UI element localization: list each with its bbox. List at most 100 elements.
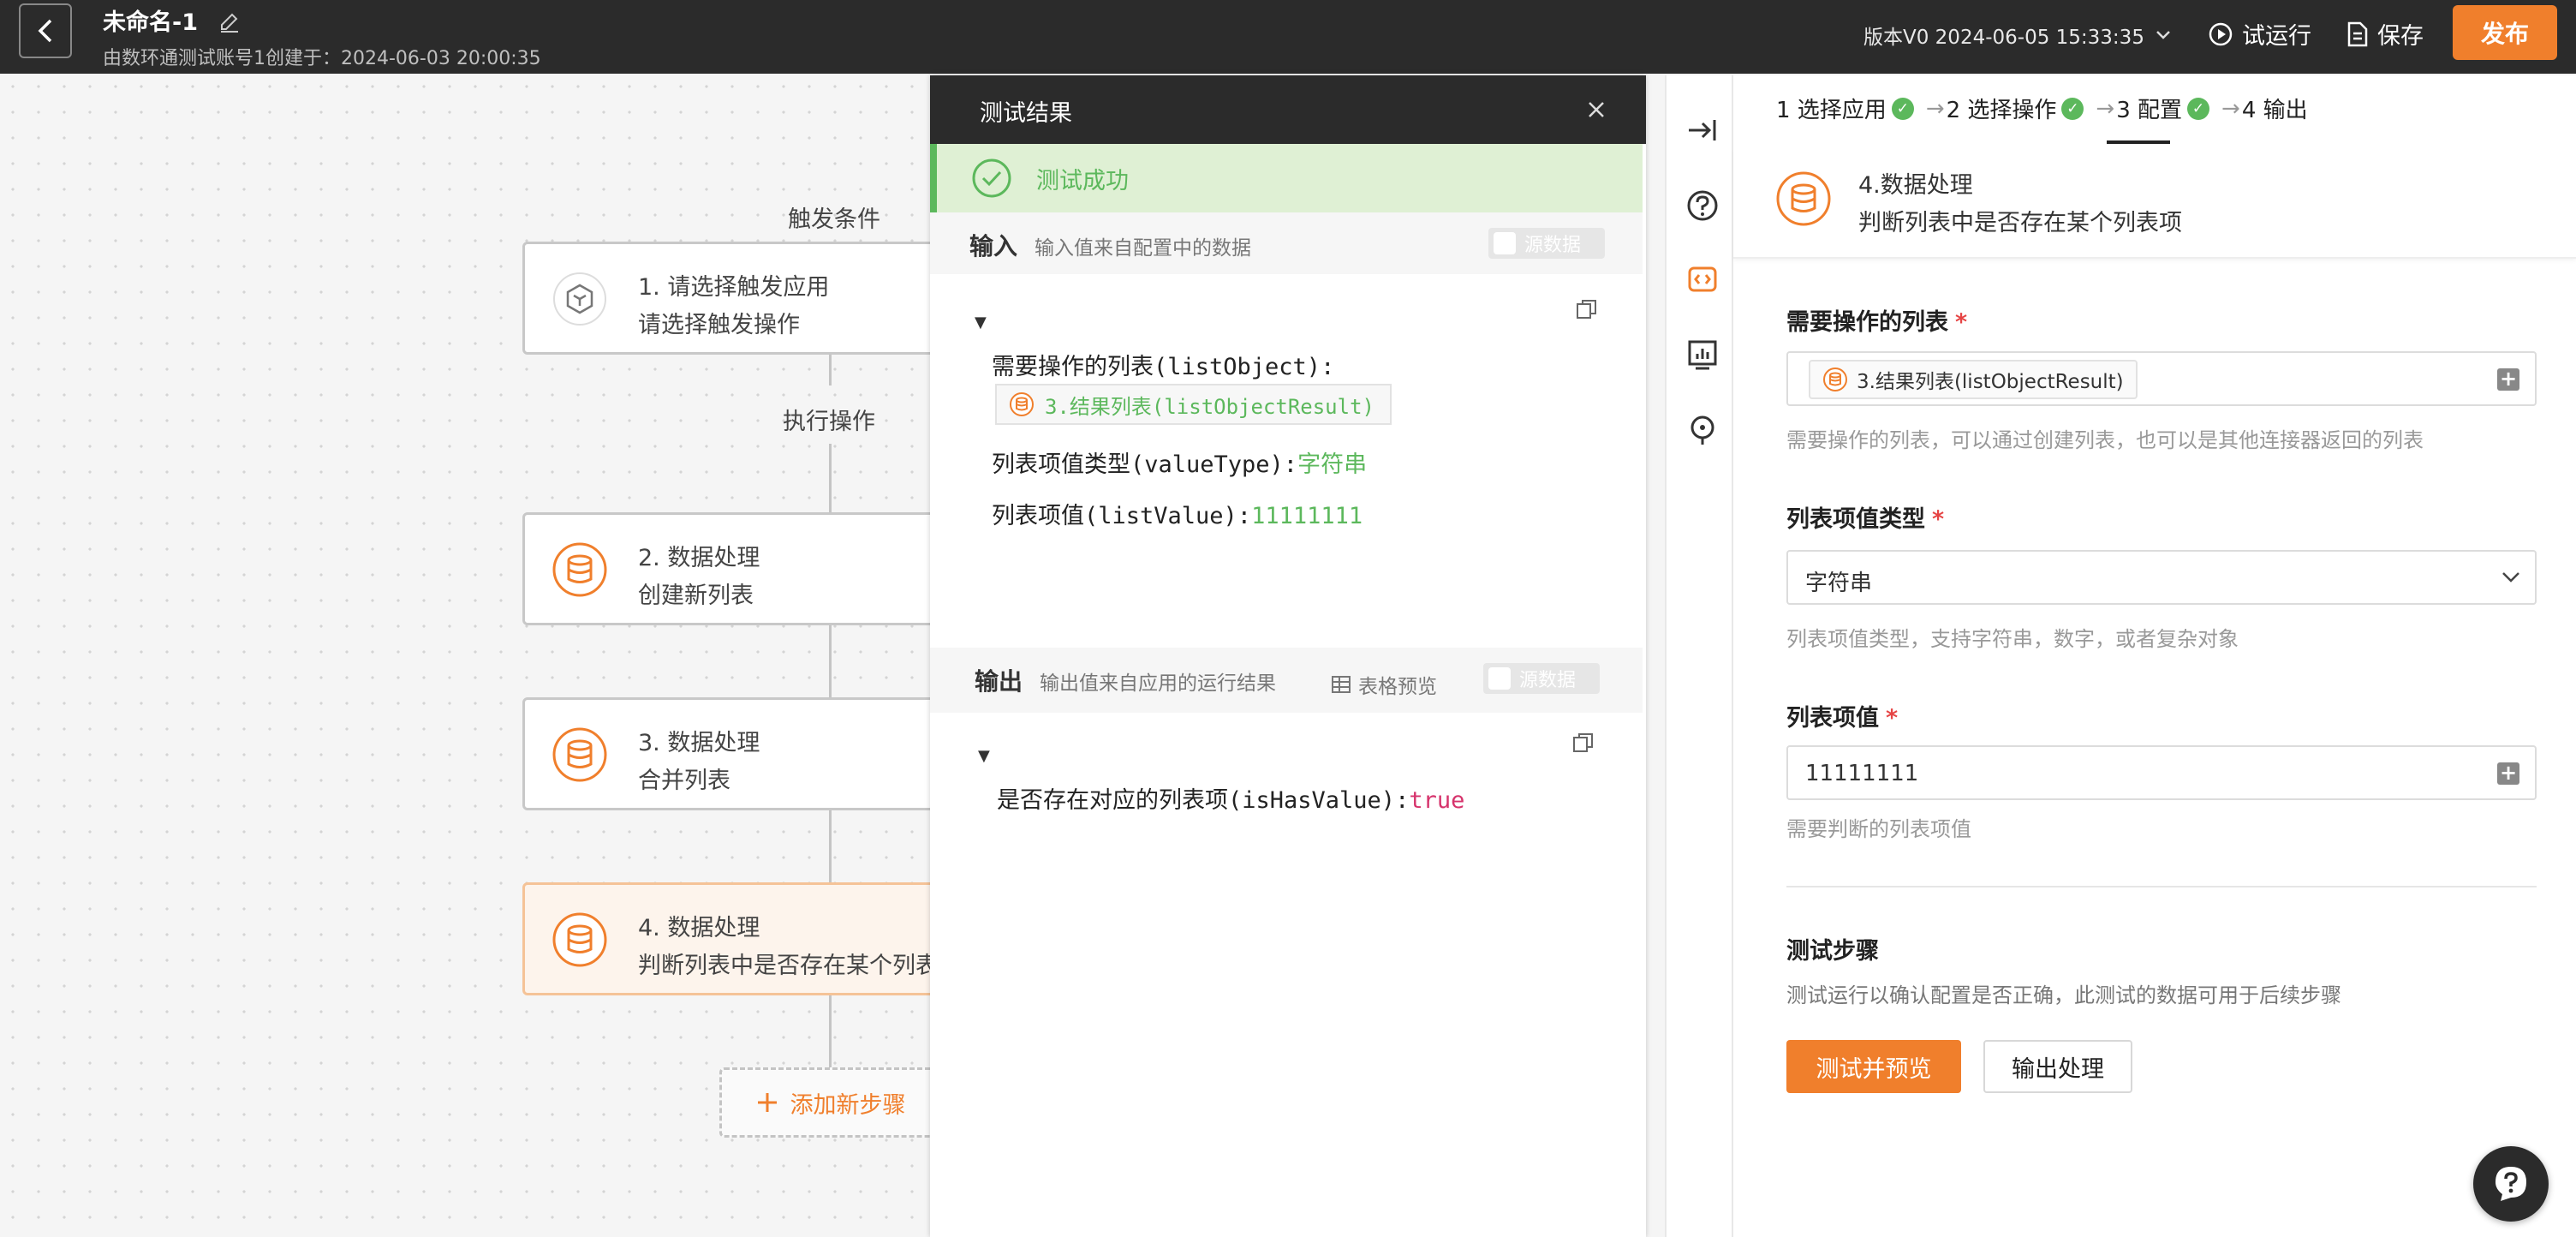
connector — [829, 444, 832, 514]
node-title: 3. 数据处理 — [638, 730, 760, 756]
output-raw-toggle[interactable]: 源数据 — [1483, 663, 1600, 694]
step-3[interactable]: 3 配置 — [2116, 93, 2182, 124]
input-section-header: 输入 输入值来自配置中的数据 源数据 — [930, 212, 1643, 274]
result-title: 测试结果 — [980, 100, 1072, 127]
app-hexagon-icon — [553, 272, 606, 326]
step-nav: 1 选择应用 ✓ → 2 选择操作 ✓ → 3 配置 ✓ → 4 输出 — [1776, 93, 2308, 124]
side-icon-rail — [1665, 75, 1733, 1237]
raw-data-label: 源数据 — [1524, 235, 1582, 256]
connector — [829, 810, 832, 882]
config-header: 4.数据处理 判断列表中是否存在某个列表项 — [1733, 147, 2576, 259]
test-step-title: 测试步骤 — [1786, 938, 1879, 965]
value-field-help: 需要判断的列表项值 — [1786, 817, 1971, 841]
test-preview-button[interactable]: 测试并预览 — [1786, 1040, 1961, 1093]
plus-icon — [757, 1093, 777, 1112]
test-result-panel: 测试结果 测试成功 输入 输入值来自配置中的数据 源数据 ▼ 需要操作的列表(l… — [930, 75, 1646, 1237]
step-1[interactable]: 1 选择应用 — [1776, 93, 1887, 124]
input-type-val: 字符串 — [1297, 451, 1368, 478]
bulb-icon[interactable] — [1685, 413, 1720, 447]
copy-icon[interactable] — [1576, 298, 1598, 320]
publish-button[interactable]: 发布 — [2453, 5, 2557, 60]
arrow-right-icon: → — [2096, 95, 2115, 122]
connector — [829, 995, 832, 1067]
workflow-canvas[interactable]: 触发条件 1. 请选择触发应用 请选择触发操作 执行操作 2. 数据处理 创建新… — [0, 74, 930, 1237]
play-circle-icon — [2209, 22, 2233, 45]
value-field-label: 列表项值 * — [1786, 699, 1898, 732]
check-circle-icon — [972, 158, 1011, 198]
collapse-right-icon[interactable] — [1685, 113, 1720, 147]
trial-run-button[interactable]: 试运行 — [2208, 17, 2311, 51]
list-field-label-text: 需要操作的列表 — [1786, 309, 1948, 336]
chevron-down-icon — [2502, 572, 2519, 583]
version-selector[interactable]: 版本V0 2024-06-05 15:33:35 — [1863, 21, 2172, 50]
input-value-line: 列表项值(listValue):11111111 — [992, 497, 1363, 530]
chart-icon[interactable] — [1685, 338, 1720, 372]
check-icon: ✓ — [2061, 97, 2084, 120]
input-value-key: 列表项值(listValue): — [992, 503, 1252, 529]
value-field-value: 11111111 — [1805, 761, 1919, 786]
list-ref-chip[interactable]: 3.结果列表(listObjectResult) — [1809, 360, 2138, 399]
table-preview-label: 表格预览 — [1358, 676, 1437, 698]
node-subtitle: 合并列表 — [638, 768, 730, 794]
required-mark: * — [1886, 705, 1899, 732]
database-icon — [1776, 171, 1831, 226]
output-line: 是否存在对应的列表项(isHasValue):true — [997, 781, 1464, 815]
input-list-key: 需要操作的列表(listObject): — [992, 354, 1335, 380]
plus-icon[interactable]: + — [2497, 762, 2519, 785]
success-banner: 测试成功 — [930, 144, 1643, 212]
list-ref-chip-label: 3.结果列表(listObjectResult) — [1857, 371, 2124, 393]
close-icon[interactable] — [1586, 99, 1607, 120]
database-icon — [552, 542, 607, 597]
created-info: 由数环通测试账号1创建于：2024-06-03 20:00:35 — [103, 48, 541, 69]
node-title: 1. 请选择触发应用 — [638, 274, 830, 301]
plus-icon[interactable]: + — [2497, 368, 2519, 391]
document-icon — [2347, 21, 2368, 46]
action-label: 执行操作 — [783, 409, 875, 435]
edit-icon[interactable] — [218, 10, 242, 34]
check-icon: ✓ — [2187, 97, 2210, 120]
trigger-label: 触发条件 — [788, 206, 880, 233]
code-icon[interactable] — [1685, 262, 1720, 296]
input-raw-toggle[interactable]: 源数据 — [1488, 228, 1605, 259]
version-label: 版本V0 2024-06-05 15:33:35 — [1863, 27, 2144, 49]
toggle-knob — [1494, 232, 1516, 254]
save-button[interactable]: 保存 — [2346, 17, 2424, 51]
input-title: 输入 — [969, 232, 1018, 260]
flow-node-2[interactable]: 2. 数据处理 创建新列表 — [522, 512, 930, 625]
input-list-ref: 3.结果列表(listObjectResult) — [995, 384, 1392, 425]
flow-node-1[interactable]: 1. 请选择触发应用 请选择触发操作 — [522, 242, 930, 355]
output-title: 输出 — [975, 667, 1023, 696]
database-icon — [1010, 392, 1034, 416]
back-button[interactable] — [19, 3, 72, 58]
collapse-triangle-icon[interactable]: ▼ — [975, 314, 987, 332]
add-step-label: 添加新步骤 — [790, 1091, 906, 1119]
list-field-input[interactable]: 3.结果列表(listObjectResult) + — [1786, 351, 2537, 406]
flow-node-4[interactable]: 4. 数据处理 判断列表中是否存在某个列表项 — [522, 882, 930, 995]
step-4[interactable]: 4 输出 — [2242, 93, 2308, 124]
copy-icon[interactable] — [1572, 732, 1595, 754]
chevron-down-icon — [2156, 31, 2170, 39]
divider — [1786, 886, 2537, 887]
add-step-button[interactable]: 添加新步骤 — [719, 1067, 930, 1138]
node-subtitle: 判断列表中是否存在某个列表项 — [638, 953, 930, 979]
help-circle-icon[interactable] — [1685, 188, 1720, 223]
type-select[interactable]: 字符串 — [1786, 550, 2537, 605]
node-title: 2. 数据处理 — [638, 545, 760, 571]
success-text: 测试成功 — [1036, 167, 1129, 194]
help-chat-button[interactable] — [2473, 1146, 2549, 1222]
input-type-line: 列表项值类型(valueType):字符串 — [992, 445, 1367, 479]
flow-node-3[interactable]: 3. 数据处理 合并列表 — [522, 697, 930, 810]
database-icon — [552, 727, 607, 782]
input-type-key: 列表项值类型(valueType): — [992, 451, 1298, 478]
value-field-input[interactable]: 11111111 + — [1786, 745, 2537, 800]
active-step-indicator — [2107, 140, 2170, 144]
table-preview-button[interactable]: 表格预览 — [1331, 670, 1437, 699]
output-section-header: 输出 输出值来自应用的运行结果 源数据 — [930, 648, 1643, 713]
output-process-button[interactable]: 输出处理 — [1983, 1040, 2132, 1093]
config-subtitle: 判断列表中是否存在某个列表项 — [1858, 210, 2182, 236]
collapse-triangle-icon[interactable]: ▼ — [978, 747, 990, 765]
step-2[interactable]: 2 选择操作 — [1947, 93, 2057, 124]
result-header: 测试结果 — [930, 75, 1646, 144]
list-field-label: 需要操作的列表 * — [1786, 303, 1967, 337]
chevron-left-icon — [38, 19, 52, 43]
